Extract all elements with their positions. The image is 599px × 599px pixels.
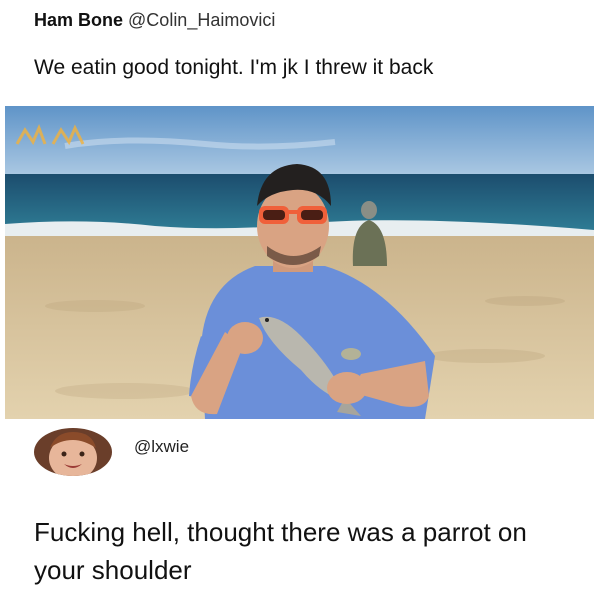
child-avatar-photo	[34, 428, 112, 476]
reply-text: Fucking hell, thought there was a parrot…	[34, 517, 527, 585]
tweet-text: We eatin good tonight. I'm jk I threw it…	[34, 56, 434, 79]
beach-photo	[5, 106, 594, 419]
tweet-photo[interactable]	[5, 106, 594, 419]
avatar[interactable]	[34, 428, 112, 476]
tweet-header: Ham Bone @Colin_Haimovici	[34, 8, 275, 32]
tweet-handle[interactable]: @Colin_Haimovici	[128, 10, 275, 30]
tweet-display-name[interactable]: Ham Bone	[34, 10, 123, 30]
reply-handle[interactable]: @lxwie	[134, 437, 189, 457]
